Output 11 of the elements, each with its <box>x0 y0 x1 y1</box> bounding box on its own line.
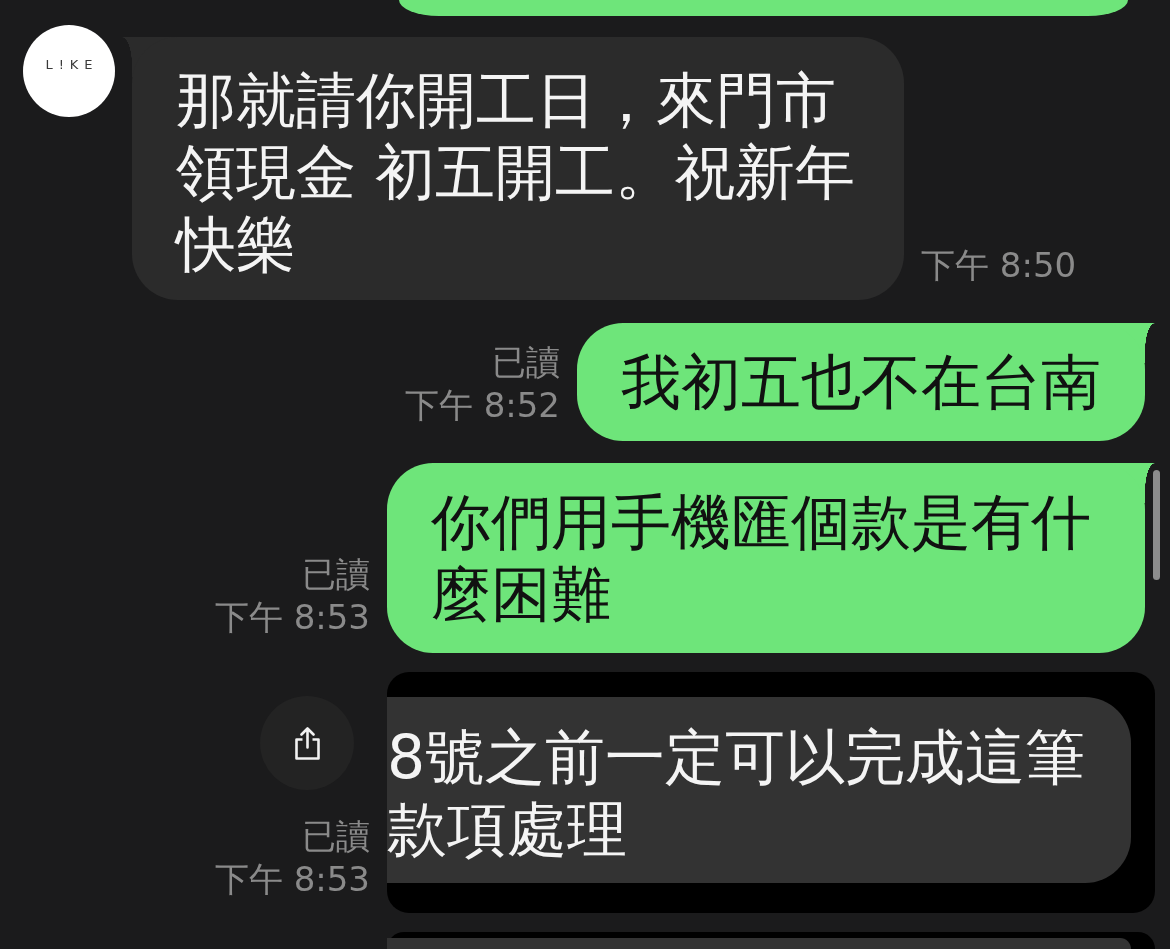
share-icon <box>294 726 320 760</box>
avatar[interactable]: L!KE <box>23 25 115 117</box>
logo-text: L!KE <box>44 57 99 73</box>
message-time: 下午 8:52 <box>404 384 560 427</box>
message-bubble: 8號之前一定可以完成這筆款項處理 <box>387 697 1131 883</box>
message-time: 下午 8:53 <box>214 596 370 639</box>
read-receipt: 已讀 <box>302 815 370 858</box>
read-receipt: 已讀 <box>302 553 370 596</box>
message-time: 下午 8:50 <box>921 244 1077 287</box>
message-time: 下午 8:53 <box>214 858 370 901</box>
read-receipt: 已讀 <box>492 341 560 384</box>
